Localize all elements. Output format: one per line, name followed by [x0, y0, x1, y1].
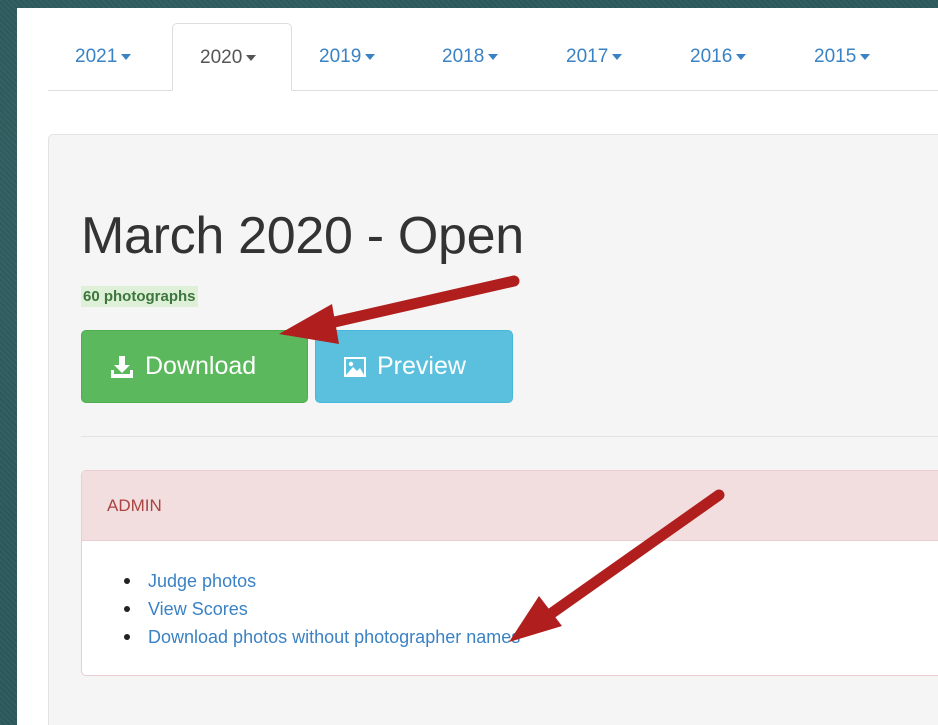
tab-2016[interactable]: 2016: [663, 23, 785, 90]
tab-2019[interactable]: 2019: [292, 23, 414, 90]
year-tabs: 2021 2020 2019 2018 2017 2016 2015: [48, 23, 938, 91]
tab-2021[interactable]: 2021: [48, 23, 162, 90]
tab-2018[interactable]: 2018: [415, 23, 537, 90]
caret-down-icon: [488, 53, 499, 60]
download-anonymous-photos-link[interactable]: Download photos without photographer nam…: [123, 623, 520, 651]
tab-label: 2016: [690, 46, 733, 67]
caret-down-icon: [365, 53, 376, 60]
tab-2020[interactable]: 2020: [172, 23, 292, 91]
tab-2017[interactable]: 2017: [539, 23, 661, 90]
tab-label: 2017: [566, 46, 609, 67]
caret-down-icon: [860, 53, 871, 60]
tab-label: 2021: [75, 46, 118, 67]
tab-label: 2015: [814, 46, 857, 67]
tab-label: 2019: [319, 46, 362, 67]
tab-2015[interactable]: 2015: [787, 23, 909, 90]
caret-down-icon: [246, 54, 257, 61]
caret-down-icon: [612, 53, 623, 60]
judge-photos-link[interactable]: Judge photos: [123, 567, 520, 595]
tab-label: 2020: [200, 47, 243, 68]
view-scores-link[interactable]: View Scores: [123, 595, 520, 623]
preview-button[interactable]: Preview: [315, 330, 513, 403]
tab-label: 2018: [442, 46, 485, 67]
screenshot-frame: 2021 2020 2019 2018 2017 2016 2015 March…: [17, 8, 938, 725]
divider: [81, 436, 938, 437]
caret-down-icon: [736, 53, 747, 60]
download-icon: [111, 355, 133, 378]
caret-down-icon: [121, 53, 132, 60]
photo-count-badge: 60 photographs: [81, 286, 198, 307]
admin-panel-heading: ADMIN: [82, 471, 938, 541]
page-title: March 2020 - Open: [81, 207, 524, 265]
preview-button-label: Preview: [377, 352, 466, 380]
download-button-label: Download: [145, 352, 257, 380]
download-button[interactable]: Download: [81, 330, 308, 403]
admin-panel: ADMIN Judge photos View Scores Download …: [81, 470, 938, 676]
picture-icon: [344, 356, 366, 377]
admin-links-list: Judge photos View Scores Download photos…: [123, 567, 520, 651]
